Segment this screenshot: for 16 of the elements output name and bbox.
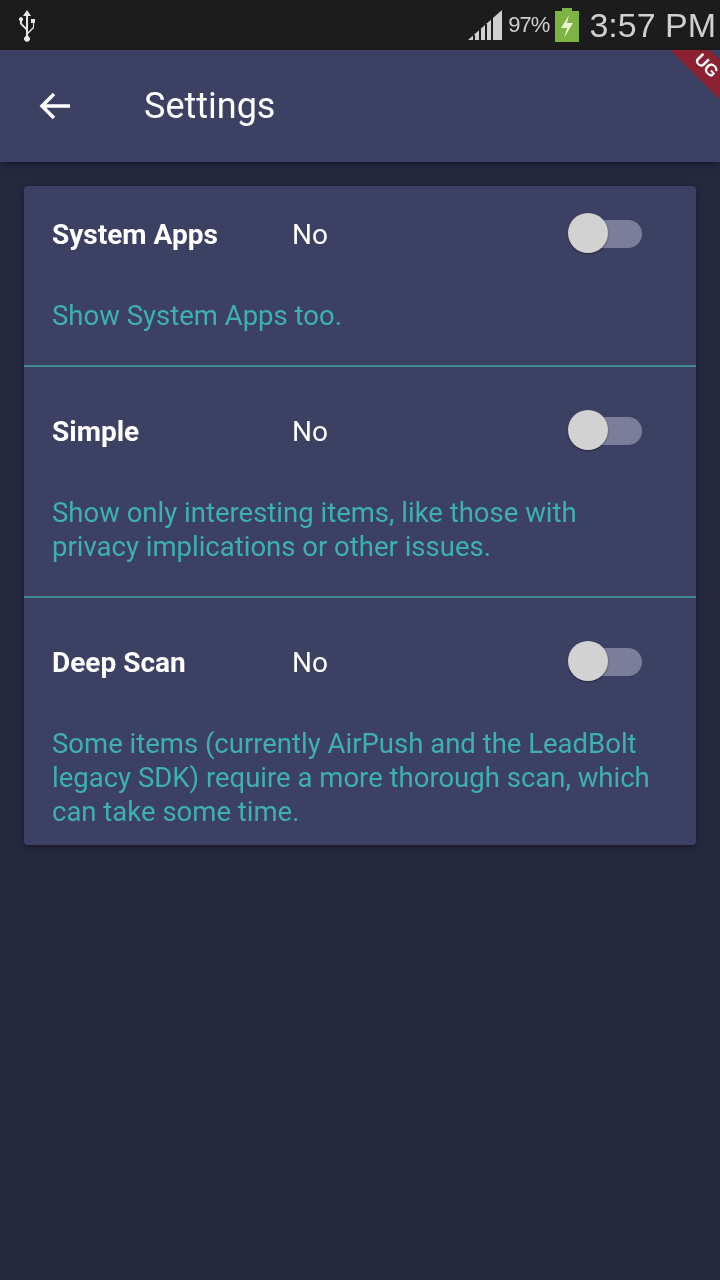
setting-value: No xyxy=(292,217,329,251)
setting-value: No xyxy=(292,414,329,448)
battery-percent: 97% xyxy=(508,12,550,38)
setting-title: System Apps xyxy=(52,217,219,251)
screen-title: Settings xyxy=(144,85,276,127)
setting-title: Simple xyxy=(52,414,141,448)
setting-description: Show System Apps too. xyxy=(52,299,343,333)
usb-icon xyxy=(16,8,38,42)
setting-title: Deep Scan xyxy=(52,645,187,679)
setting-description: Show only interesting items, like those with privacy implications or other issues. xyxy=(52,496,578,564)
signal-icon xyxy=(468,10,503,40)
setting-value: No xyxy=(292,645,329,679)
battery-charging-icon xyxy=(555,8,580,42)
clock: 3:57 PM xyxy=(589,5,716,45)
back-arrow-icon xyxy=(38,91,72,121)
setting-description: Some items (currently AirPush and the LeadBolt legacy SDK) require a more thorough scan, which can take some time. xyxy=(52,727,650,829)
